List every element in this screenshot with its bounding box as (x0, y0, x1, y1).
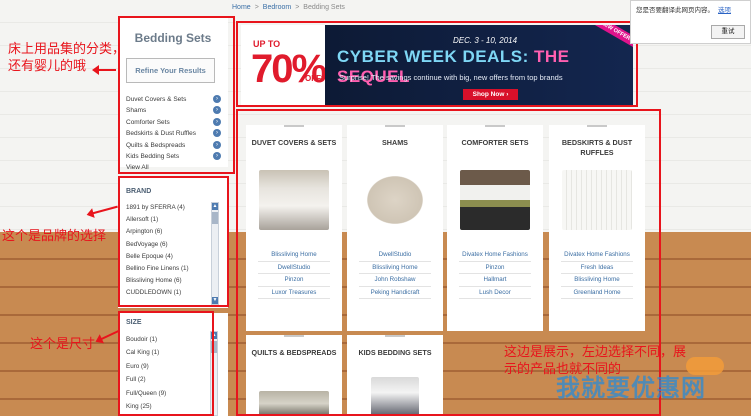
breadcrumb-current: Bedding Sets (303, 4, 345, 11)
breadcrumb: Home > Bedroom > Bedding Sets (232, 4, 345, 11)
highlight-brand-box (118, 176, 229, 307)
breadcrumb-separator: > (254, 4, 259, 11)
translate-message: 您是否要翻译此网页内容。 选项 (636, 4, 731, 14)
highlight-category-box (118, 16, 235, 174)
annotation-brand: 这个是品牌的选择 (2, 229, 107, 244)
highlight-size-box (118, 311, 214, 416)
site-watermark: 我就要优惠网 (556, 374, 706, 402)
breadcrumb-separator: > (295, 4, 300, 11)
arrow-left-icon (92, 205, 118, 215)
breadcrumb-bedroom[interactable]: Bedroom (263, 4, 291, 11)
annotation-size: 这个是尺寸 (30, 337, 96, 352)
translate-options-link[interactable]: 选项 (718, 7, 731, 14)
translate-popup: 您是否要翻译此网页内容。 选项 重试 (630, 0, 751, 44)
translate-message-text: 您是否要翻译此网页内容。 (636, 7, 714, 14)
breadcrumb-home[interactable]: Home (232, 4, 251, 11)
highlight-banner-box (236, 21, 638, 107)
retry-button[interactable]: 重试 (711, 25, 745, 39)
arrow-left-icon (92, 65, 116, 75)
